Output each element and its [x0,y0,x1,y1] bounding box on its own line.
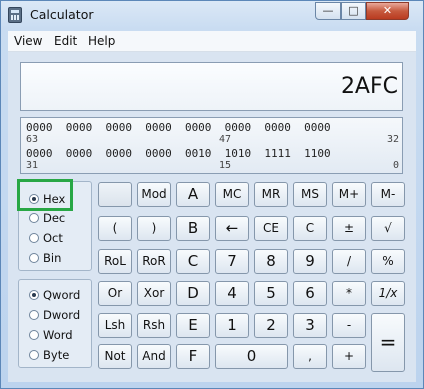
clear-entry-button[interactable]: CE [254,216,288,241]
digit-3-button[interactable]: 3 [293,313,327,338]
radio-selected-icon [29,290,39,300]
radio-empty-icon [29,330,39,340]
radio-bin[interactable]: Bin [29,251,61,265]
hex-c-button[interactable]: C [176,249,210,274]
digit-8-button[interactable]: 8 [254,249,288,274]
close-paren-button[interactable]: ) [137,216,171,241]
radio-empty-icon [29,253,39,263]
hex-e-button[interactable]: E [176,313,210,338]
digit-2-button[interactable]: 2 [254,313,288,338]
negate-button[interactable]: ± [332,216,366,241]
result-display: 2AFC [20,62,403,111]
subtract-button[interactable]: - [332,313,366,338]
memory-add-button[interactable]: M+ [332,182,366,207]
digit-4-button[interactable]: 4 [215,281,249,306]
xor-button[interactable]: Xor [137,281,171,306]
memory-subtract-button[interactable]: M- [371,182,405,207]
radio-word[interactable]: Word [29,328,73,342]
radio-empty-icon [29,213,39,223]
radio-empty-icon [29,233,39,243]
radio-empty-icon [29,310,39,320]
window-title: Calculator [30,7,94,22]
calculator-window: Calculator — □ ✕ View Edit Help 2AFC 000… [0,0,424,389]
radio-qword-label: Qword [43,288,81,302]
memory-clear-button[interactable]: MC [215,182,249,207]
bits-row-upper: 0000 0000 0000 0000 0000 0000 0000 0000 [26,121,331,134]
clear-button[interactable]: C [293,216,327,241]
digit-9-button[interactable]: 9 [293,249,327,274]
digit-5-button[interactable]: 5 [254,281,288,306]
radio-byte[interactable]: Byte [29,348,69,362]
open-paren-button[interactable]: ( [98,216,132,241]
display-value: 2AFC [340,74,398,99]
left-shift-button[interactable]: Lsh [98,313,132,338]
radio-word-label: Word [43,328,73,342]
multiply-button[interactable]: * [332,281,366,306]
digit-6-button[interactable]: 6 [293,281,327,306]
word-size-group: Qword Dword Word Byte [18,279,92,368]
radio-qword[interactable]: Qword [29,288,80,302]
hex-d-button[interactable]: D [176,281,210,306]
hex-b-button[interactable]: B [176,216,210,241]
close-button[interactable]: ✕ [366,2,409,20]
rotate-left-button[interactable]: RoL [98,249,132,274]
bit-index-0: 0 [393,160,400,171]
memory-recall-button[interactable]: MR [254,182,288,207]
radio-oct-label: Oct [43,231,63,245]
hex-a-button[interactable]: A [176,182,210,207]
and-button[interactable]: And [137,344,171,369]
radio-dec-label: Dec [43,211,66,225]
not-button[interactable]: Not [98,344,132,369]
bit-index-47: 47 [219,134,232,145]
radio-empty-icon [29,350,39,360]
bit-index-15: 15 [219,160,232,171]
divide-button[interactable]: / [332,249,366,274]
menu-help[interactable]: Help [88,34,115,48]
radio-dec[interactable]: Dec [29,211,65,225]
hex-f-button[interactable]: F [176,344,210,369]
percent-button[interactable]: % [371,249,405,274]
title-bar[interactable]: Calculator — □ ✕ [1,1,423,29]
binary-bit-display: 0000 0000 0000 0000 0000 0000 0000 0000 … [20,117,403,174]
memory-store-button[interactable]: MS [293,182,327,207]
bit-index-63: 63 [26,134,39,145]
digit-1-button[interactable]: 1 [215,313,249,338]
selection-highlight [17,179,73,211]
menu-bar: View Edit Help [8,31,416,52]
square-root-button[interactable]: √ [371,216,405,241]
backspace-button[interactable]: ← [215,216,249,241]
radio-oct[interactable]: Oct [29,231,63,245]
menu-view[interactable]: View [14,34,42,48]
mod-button[interactable]: Mod [137,182,171,207]
digit-0-button[interactable]: 0 [215,344,288,369]
reciprocal-button[interactable]: 1/x [371,281,405,306]
radio-byte-label: Byte [43,348,70,362]
blank-button[interactable] [98,182,132,207]
decimal-button[interactable]: , [293,344,327,369]
minimize-button[interactable]: — [315,2,341,20]
right-shift-button[interactable]: Rsh [137,313,171,338]
maximize-button[interactable]: □ [341,2,366,20]
menu-edit[interactable]: Edit [54,34,77,48]
radio-bin-label: Bin [43,251,62,265]
rotate-right-button[interactable]: RoR [137,249,171,274]
digit-7-button[interactable]: 7 [215,249,249,274]
radio-dword[interactable]: Dword [29,308,80,322]
bits-row-lower: 0000 0000 0000 0000 0010 1010 1111 1100 [26,147,331,160]
radio-dword-label: Dword [43,308,81,322]
add-button[interactable]: + [332,344,366,369]
bit-index-32: 32 [387,134,400,145]
or-button[interactable]: Or [98,281,132,306]
calculator-app-icon [8,7,22,23]
bit-index-31: 31 [26,160,39,171]
equals-button[interactable]: = [371,313,405,372]
